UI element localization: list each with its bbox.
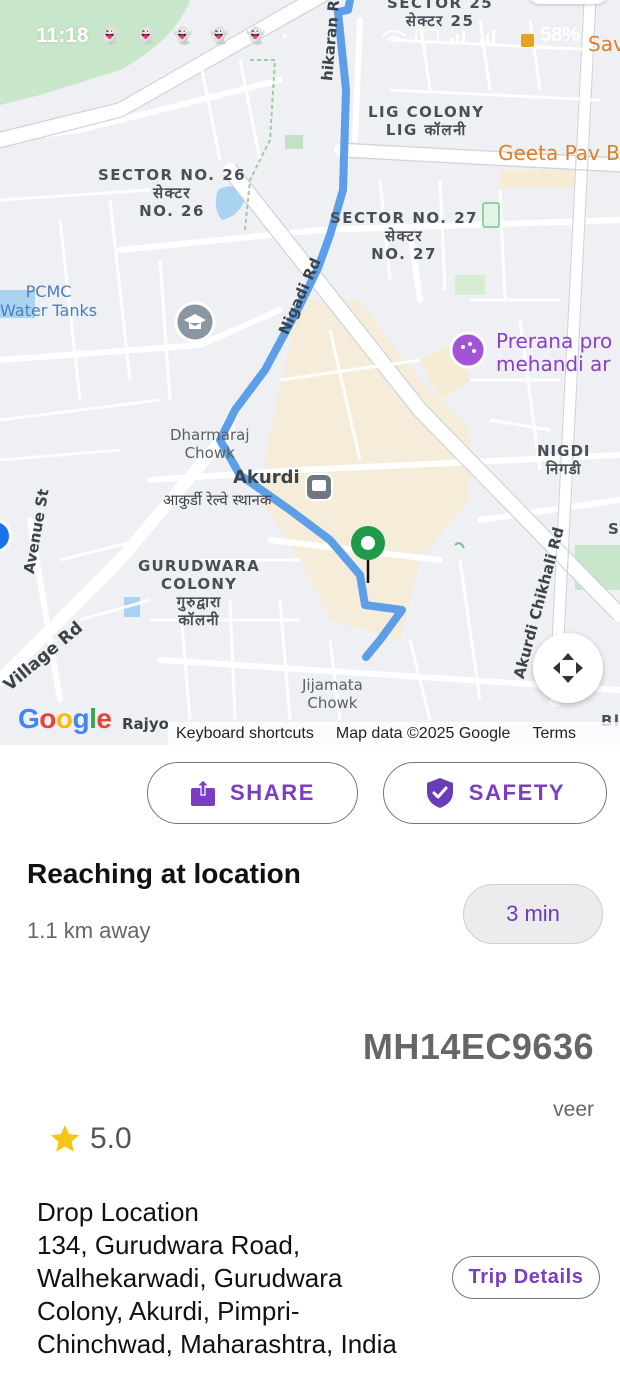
status-bar: 11:18 👻 👻 👻 👻 👻 • 58% bbox=[0, 0, 620, 62]
drop-address-line-1: 134, Gurudwara Road, bbox=[37, 1230, 301, 1260]
map-label-pcmc: PCMC Water Tanks bbox=[0, 282, 98, 320]
trip-status-title: Reaching at location bbox=[27, 858, 301, 889]
map-view[interactable]: SECTOR 25 सेक्टर 25 Sav LIG COLONY LIG कॉल… bbox=[0, 0, 620, 745]
keyboard-shortcuts-link[interactable]: Keyboard shortcuts bbox=[176, 725, 314, 743]
battery-percent: 58% bbox=[540, 24, 581, 46]
map-label-lig-colony: LIG COLONY LIG कॉलनी bbox=[368, 103, 485, 139]
destination-pin-icon bbox=[351, 526, 385, 583]
star-icon bbox=[50, 1124, 80, 1152]
map-label-sector26: SECTOR NO. 26 सेक्टर NO. 26 bbox=[98, 166, 247, 220]
drop-address-line-4: Chinchwad, Maharashtra, India bbox=[37, 1329, 397, 1359]
safety-button[interactable]: SAFETY bbox=[383, 762, 607, 824]
map-label-dharmaraj-chowk: Dharmaraj Chowk bbox=[170, 426, 250, 462]
map-label-sector27: SECTOR NO. 27 सेक्टर NO. 27 bbox=[330, 209, 479, 263]
distance-text: 1.1 km away bbox=[27, 918, 151, 943]
share-label: SHARE bbox=[229, 780, 315, 805]
rating-value: 5.0 bbox=[90, 1122, 132, 1155]
map-label-akurdi: Akurdi bbox=[233, 467, 300, 488]
drop-address-line-2: Walhekarwadi, Gurudwara bbox=[37, 1263, 343, 1293]
map-label-nigdi: NIGDI निगडी bbox=[537, 442, 591, 478]
notification-icons: 👻 👻 👻 👻 👻 • bbox=[100, 28, 294, 45]
shield-check-icon bbox=[426, 778, 453, 808]
map-label-gurudwara-colony: GURUDWARA COLONY गुरुद्वारा कॉलनी bbox=[138, 557, 261, 629]
share-icon bbox=[190, 779, 215, 806]
map-label-edge-s: S bbox=[608, 520, 620, 538]
drop-address-line-3: Colony, Akurdi, Pimpri- bbox=[37, 1296, 300, 1326]
drop-location-label: Drop Location bbox=[37, 1197, 199, 1227]
drop-location-block: Drop Location 134, Gurudwara Road, Walhe… bbox=[37, 1196, 437, 1361]
network-icons bbox=[380, 26, 510, 51]
recenter-arrows-icon bbox=[553, 653, 583, 683]
map-label-prerana: Prerana pro mehandi ar bbox=[496, 329, 613, 376]
map-label-rajyo: Rajyo bbox=[122, 715, 169, 733]
battery-icon bbox=[521, 34, 534, 47]
eta-chip: 3 min bbox=[463, 884, 603, 944]
map-data-text: Map data ©2025 Google bbox=[335, 724, 511, 742]
share-button[interactable]: SHARE bbox=[147, 762, 358, 824]
driver-rating: 5.0 bbox=[48, 1122, 132, 1156]
map-label-akurdi-station: आकुर्डी रेल्वे स्थानक bbox=[163, 491, 272, 509]
google-logo: Google bbox=[18, 703, 112, 734]
map-label-jijamata-chowk: Jijamata Chowk bbox=[302, 676, 363, 712]
recenter-button[interactable] bbox=[533, 633, 603, 703]
vehicle-number: MH14EC9636 bbox=[362, 1026, 594, 1067]
safety-label: SAFETY bbox=[468, 780, 566, 805]
map-label-geeta: Geeta Pav B bbox=[498, 141, 620, 165]
map-attribution-bar: Keyboard shortcuts Map data ©2025 Google… bbox=[168, 722, 620, 745]
status-time: 11:18 bbox=[36, 24, 89, 47]
trip-details-button[interactable]: Trip Details bbox=[452, 1256, 600, 1299]
terms-link[interactable]: Terms bbox=[532, 725, 576, 743]
driver-name: veer bbox=[553, 1098, 594, 1121]
